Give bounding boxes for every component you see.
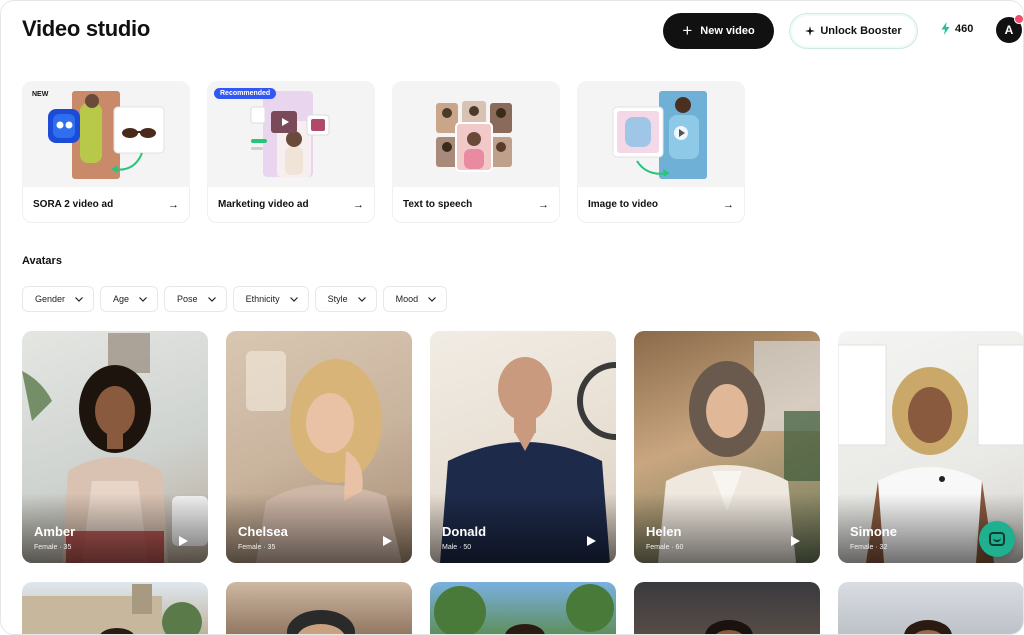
avatar-card-row2-2[interactable] bbox=[226, 582, 412, 634]
filter-label: Ethnicity bbox=[245, 294, 280, 304]
text-to-speech-illustration bbox=[436, 101, 512, 172]
feature-label: Marketing video ad bbox=[218, 199, 309, 210]
feature-label: SORA 2 video ad bbox=[33, 199, 114, 210]
feature-footer: SORA 2 video ad → bbox=[22, 187, 190, 223]
filter-gender[interactable]: Gender bbox=[22, 286, 95, 312]
avatar-photo bbox=[287, 610, 355, 634]
filter-mood[interactable]: Mood bbox=[382, 286, 448, 312]
credits-value: 460 bbox=[955, 22, 974, 35]
avatar-name: Donald bbox=[442, 524, 487, 539]
chevron-down-icon bbox=[357, 296, 366, 302]
arrow-right-icon: → bbox=[538, 198, 549, 211]
app-window: Video studio + New video Unlock Booster … bbox=[0, 0, 1024, 635]
avatar-meta: Female · 35 bbox=[238, 544, 276, 551]
avatar-meta: Female · 32 bbox=[850, 544, 888, 551]
avatar-name: Chelsea bbox=[238, 524, 288, 539]
chat-icon bbox=[989, 532, 1005, 546]
filter-label: Age bbox=[113, 294, 130, 304]
new-video-button[interactable]: + New video bbox=[663, 13, 774, 49]
filter-pose[interactable]: Pose bbox=[164, 286, 227, 312]
arrow-right-icon: → bbox=[723, 198, 734, 211]
chevron-down-icon bbox=[207, 296, 216, 302]
filter-label: Gender bbox=[35, 294, 66, 304]
avatar-meta: Female · 35 bbox=[34, 544, 72, 551]
bolt-icon bbox=[941, 22, 950, 35]
feature-label: Text to speech bbox=[403, 199, 473, 210]
avatars-section-title: Avatars bbox=[22, 255, 62, 267]
avatar-photo bbox=[434, 584, 614, 634]
feature-footer: Marketing video ad → bbox=[207, 187, 375, 223]
image-to-video-illustration bbox=[612, 91, 707, 179]
filter-label: Style bbox=[327, 294, 348, 304]
arrow-right-icon: → bbox=[353, 198, 364, 211]
feature-label: Image to video bbox=[588, 199, 659, 210]
feature-card-image-to-video[interactable]: Image to video → bbox=[577, 81, 745, 223]
chat-support-button[interactable] bbox=[979, 521, 1015, 557]
avatar-card-row2-5[interactable] bbox=[838, 582, 1023, 634]
avatar-name: Simone bbox=[850, 524, 897, 539]
feature-thumbnail bbox=[577, 81, 745, 187]
avatar-card-row2-1[interactable] bbox=[22, 582, 208, 634]
user-avatar[interactable]: A bbox=[996, 14, 1023, 43]
new-video-label: New video bbox=[700, 25, 755, 37]
chevron-down-icon bbox=[428, 296, 437, 302]
plus-icon: + bbox=[682, 21, 693, 40]
filter-ethnicity[interactable]: Ethnicity bbox=[232, 286, 309, 312]
avatar-card-helen[interactable]: Helen Female · 60 bbox=[634, 331, 820, 563]
chevron-down-icon bbox=[75, 296, 83, 302]
sparkle-icon bbox=[805, 26, 816, 36]
avatar-card-donald[interactable]: Donald Male · 50 bbox=[430, 331, 616, 563]
unlock-booster-label: Unlock Booster bbox=[820, 25, 902, 37]
arrow-right-icon: → bbox=[168, 198, 179, 211]
user-initial: A bbox=[1004, 23, 1014, 37]
feature-footer: Image to video → bbox=[577, 187, 745, 223]
play-icon[interactable] bbox=[587, 536, 596, 546]
recommended-badge: Recommended bbox=[214, 88, 277, 99]
filter-label: Pose bbox=[177, 294, 198, 304]
play-icon[interactable] bbox=[179, 536, 188, 546]
avatar-photo bbox=[705, 620, 753, 634]
avatar-name: Amber bbox=[34, 524, 76, 539]
chevron-down-icon bbox=[139, 296, 147, 302]
unlock-booster-button[interactable]: Unlock Booster bbox=[789, 13, 918, 49]
chevron-down-icon bbox=[289, 296, 298, 302]
feature-thumbnail bbox=[392, 81, 560, 187]
avatar-name: Helen bbox=[646, 524, 682, 539]
filter-style[interactable]: Style bbox=[314, 286, 377, 312]
avatar-card-chelsea[interactable]: Chelsea Female · 35 bbox=[226, 331, 412, 563]
avatar-card-amber[interactable]: Amber Female · 35 bbox=[22, 331, 208, 563]
play-icon[interactable] bbox=[383, 536, 392, 546]
avatar-meta: Female · 60 bbox=[646, 544, 684, 551]
new-badge: NEW bbox=[32, 91, 49, 98]
avatar-card-row2-3[interactable] bbox=[430, 582, 616, 634]
feature-footer: Text to speech → bbox=[392, 187, 560, 223]
feature-card-sora[interactable]: NEW SORA 2 video ad → bbox=[22, 81, 190, 223]
play-icon[interactable] bbox=[791, 536, 800, 546]
feature-card-marketing[interactable]: Recommended Marketing video ad → bbox=[207, 81, 375, 223]
credits-counter[interactable]: 460 bbox=[941, 22, 973, 35]
feature-card-tts[interactable]: Text to speech → bbox=[392, 81, 560, 223]
avatar-photo bbox=[904, 620, 952, 634]
filter-age[interactable]: Age bbox=[100, 286, 159, 312]
filter-label: Mood bbox=[395, 294, 419, 304]
avatar-card-row2-4[interactable] bbox=[634, 582, 820, 634]
avatar-filters: Gender Age Pose Ethnicity Style Mood bbox=[22, 286, 448, 312]
notification-dot bbox=[1014, 14, 1023, 24]
avatar-meta: Male · 50 bbox=[442, 544, 472, 551]
avatar-photo bbox=[22, 584, 202, 634]
page-title: Video studio bbox=[22, 16, 151, 41]
